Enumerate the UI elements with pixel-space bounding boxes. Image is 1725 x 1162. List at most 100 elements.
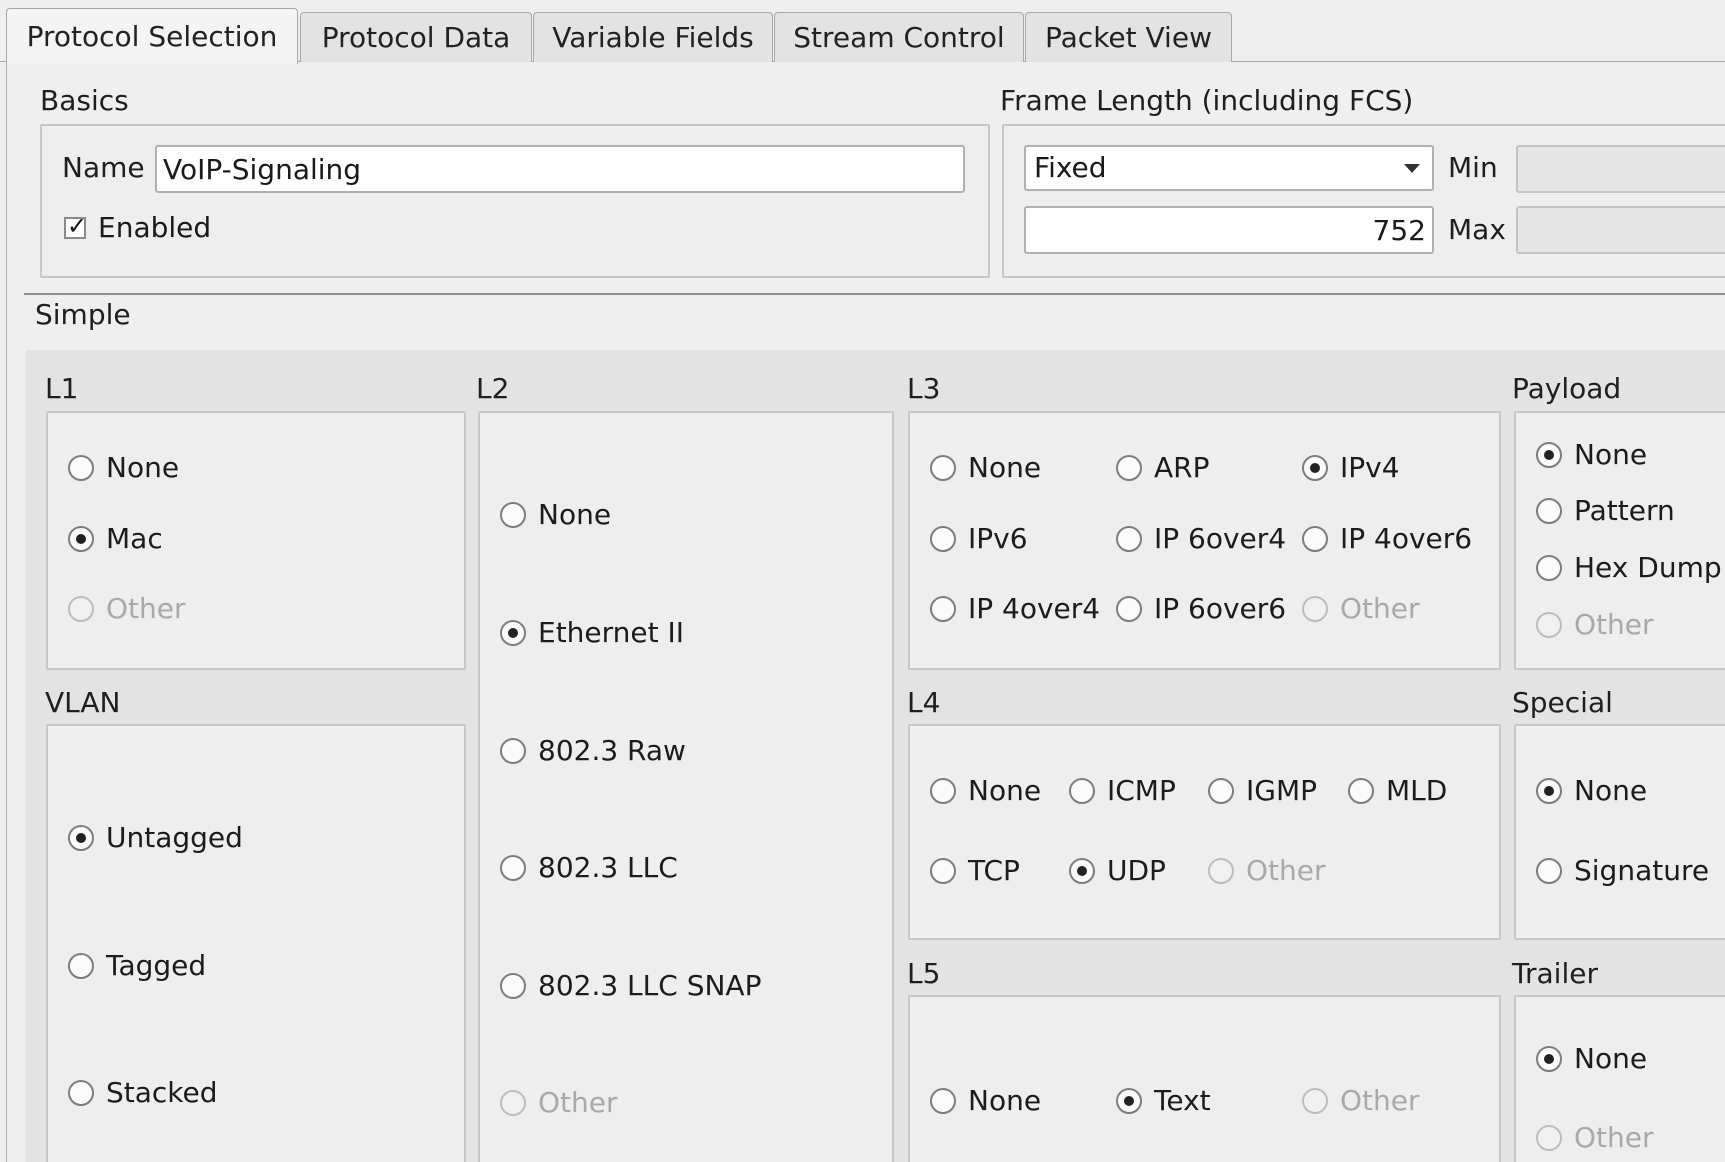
l3-title: L3 (907, 372, 941, 405)
radio-indicator[interactable] (68, 953, 94, 979)
l1-title: L1 (45, 372, 79, 405)
radio-label: MLD (1386, 774, 1448, 807)
simple-title: Simple (35, 298, 131, 331)
radio-label: Other (538, 1086, 618, 1119)
radio-label: Other (1574, 1121, 1654, 1154)
radio-indicator[interactable] (1536, 778, 1562, 804)
radio-label: Other (1340, 1084, 1420, 1117)
radio-indicator[interactable] (1302, 455, 1328, 481)
radio-indicator[interactable] (930, 596, 956, 622)
radio-indicator[interactable] (1302, 526, 1328, 552)
section-divider (24, 293, 1725, 295)
radio-label: 802.3 LLC SNAP (538, 969, 762, 1002)
radio-indicator[interactable] (500, 738, 526, 764)
l4-title: L4 (907, 686, 941, 719)
radio-label: UDP (1107, 854, 1166, 887)
radio-indicator[interactable] (1536, 498, 1562, 524)
radio-indicator[interactable] (500, 502, 526, 528)
special-group (1514, 724, 1725, 940)
radio-label: None (968, 1084, 1042, 1117)
enabled-checkbox[interactable]: ✓ Enabled (64, 211, 264, 247)
max-input (1516, 206, 1725, 254)
tab-protocol-selection[interactable]: Protocol Selection (6, 8, 298, 64)
radio-label: Hex Dump (1574, 551, 1722, 584)
radio-indicator[interactable] (68, 526, 94, 552)
radio-indicator[interactable] (1116, 596, 1142, 622)
tab-label: Packet View (1045, 21, 1212, 54)
radio-indicator[interactable] (68, 455, 94, 481)
radio-indicator (1208, 858, 1234, 884)
radio-indicator[interactable] (1116, 1088, 1142, 1114)
radio-label: None (1574, 1042, 1648, 1075)
min-input (1516, 145, 1725, 193)
radio-label: None (968, 774, 1042, 807)
tab-label: Protocol Selection (26, 20, 278, 53)
tab-packet-view[interactable]: Packet View (1025, 12, 1232, 62)
radio-label: None (538, 498, 612, 531)
radio-indicator[interactable] (68, 825, 94, 851)
radio-label: IGMP (1246, 774, 1317, 807)
frame-length-mode-select[interactable]: Fixed (1024, 145, 1434, 191)
radio-indicator (1302, 1088, 1328, 1114)
radio-label: Text (1154, 1084, 1211, 1117)
radio-indicator[interactable] (68, 1080, 94, 1106)
frame-length-title: Frame Length (including FCS) (1000, 84, 1414, 117)
radio-label: IP 6over6 (1154, 592, 1287, 625)
radio-indicator (500, 1090, 526, 1116)
radio-label: None (1574, 438, 1648, 471)
radio-indicator[interactable] (1536, 1046, 1562, 1072)
name-label: Name (62, 151, 145, 184)
radio-label: Pattern (1574, 494, 1675, 527)
l5-title: L5 (907, 957, 941, 990)
radio-indicator[interactable] (1536, 858, 1562, 884)
tab-label: Variable Fields (552, 21, 754, 54)
tab-label: Protocol Data (321, 21, 511, 54)
enabled-label: Enabled (98, 211, 212, 244)
frame-length-value-input[interactable] (1024, 206, 1434, 254)
radio-label: 802.3 Raw (538, 734, 686, 767)
radio-indicator[interactable] (930, 526, 956, 552)
radio-label: Tagged (106, 949, 207, 982)
max-label: Max (1448, 213, 1506, 246)
radio-label: Other (1246, 854, 1326, 887)
name-input[interactable] (155, 145, 965, 193)
radio-indicator[interactable] (500, 620, 526, 646)
radio-indicator[interactable] (500, 973, 526, 999)
radio-label: IPv6 (968, 522, 1028, 555)
radio-indicator (1302, 596, 1328, 622)
radio-label: TCP (968, 854, 1020, 887)
tab-protocol-data[interactable]: Protocol Data (300, 12, 532, 62)
radio-indicator[interactable] (1348, 778, 1374, 804)
radio-indicator (68, 596, 94, 622)
tab-stream-control[interactable]: Stream Control (774, 12, 1024, 62)
radio-label: IPv4 (1340, 451, 1400, 484)
checkmark-icon: ✓ (67, 212, 88, 240)
radio-label: None (1574, 774, 1648, 807)
radio-indicator[interactable] (1116, 526, 1142, 552)
radio-label: Other (106, 592, 186, 625)
vlan-title: VLAN (45, 686, 121, 719)
radio-indicator[interactable] (500, 855, 526, 881)
tab-variable-fields[interactable]: Variable Fields (533, 12, 773, 62)
radio-label: IP 6over4 (1154, 522, 1287, 555)
radio-label: ARP (1154, 451, 1210, 484)
radio-indicator[interactable] (930, 858, 956, 884)
radio-indicator[interactable] (1536, 442, 1562, 468)
checkbox-box[interactable]: ✓ (64, 212, 87, 240)
radio-indicator[interactable] (1208, 778, 1234, 804)
min-label: Min (1448, 151, 1498, 184)
trailer-title: Trailer (1512, 957, 1598, 990)
radio-indicator[interactable] (930, 455, 956, 481)
radio-indicator (1536, 612, 1562, 638)
radio-label: Mac (106, 522, 163, 555)
radio-indicator[interactable] (930, 1088, 956, 1114)
radio-label: Other (1340, 592, 1420, 625)
basics-title: Basics (40, 84, 129, 117)
radio-label: Other (1574, 608, 1654, 641)
l4-group (908, 724, 1501, 940)
radio-indicator[interactable] (1069, 858, 1095, 884)
radio-indicator[interactable] (1069, 778, 1095, 804)
radio-indicator[interactable] (1536, 555, 1562, 581)
radio-indicator[interactable] (1116, 455, 1142, 481)
radio-indicator[interactable] (930, 778, 956, 804)
